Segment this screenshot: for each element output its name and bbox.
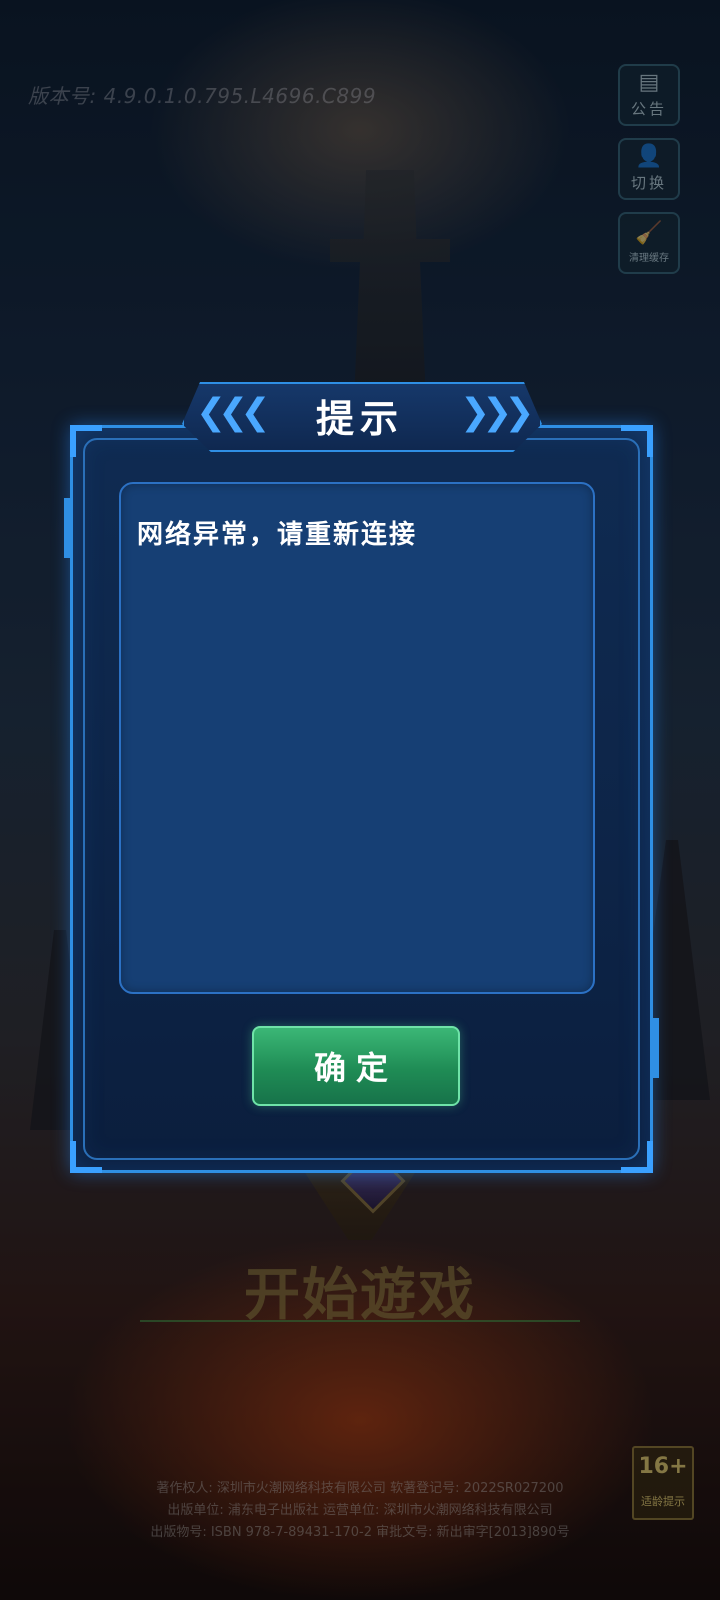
dialog-message: 网络异常，请重新连接 — [137, 520, 418, 550]
frame-side-bar — [653, 1018, 659, 1078]
confirm-button[interactable]: 确定 — [252, 1026, 460, 1106]
frame-corner — [621, 1141, 653, 1173]
frame-corner — [70, 1141, 102, 1173]
frame-corner — [70, 425, 102, 457]
frame-corner — [621, 425, 653, 457]
dialog-title: 提示 — [315, 396, 404, 441]
dialog-message-box: 网络异常，请重新连接 — [119, 482, 595, 994]
frame-side-bar — [64, 498, 70, 558]
